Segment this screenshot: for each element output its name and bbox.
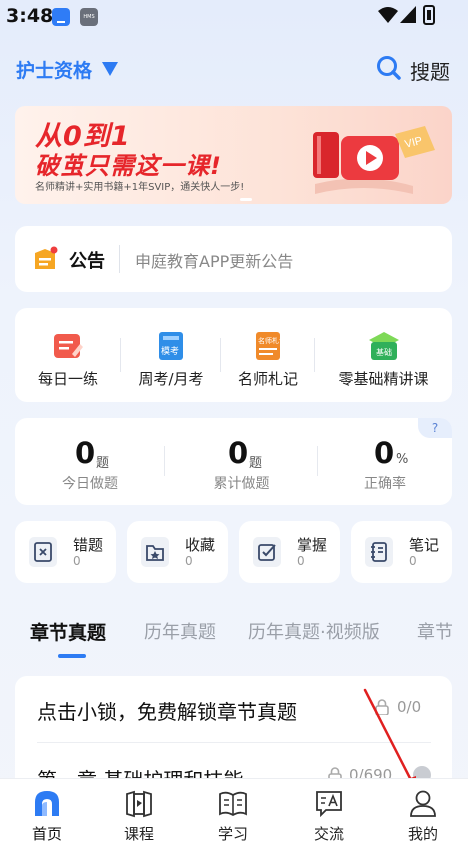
nav-label: 我的 xyxy=(407,825,438,843)
nav-study[interactable]: 学习 xyxy=(186,779,280,851)
shortcut-label: 每日一练 xyxy=(37,370,98,388)
download-icon xyxy=(52,8,70,26)
tool-label: 笔记 xyxy=(409,536,440,554)
question-tabs: 章节真题 历年真题 历年真题·视频版 章节 xyxy=(0,612,468,658)
tab-past-exams[interactable]: 历年真题 xyxy=(144,618,216,644)
nav-label: 学习 xyxy=(217,825,248,843)
nav-label: 首页 xyxy=(31,825,62,843)
stat-unit: % xyxy=(396,452,409,467)
favorites-icon xyxy=(141,537,169,567)
banner-subheadline: 破茧只需这一课! xyxy=(35,152,222,180)
tool-count: 0 xyxy=(409,554,417,568)
search-icon xyxy=(377,56,401,80)
home-icon xyxy=(35,791,59,816)
help-button[interactable]: ? xyxy=(418,418,452,438)
shortcut-basics-course[interactable]: 基础 零基础精讲课 xyxy=(315,308,452,402)
stat-value: 0 xyxy=(228,436,249,470)
tab-past-exams-video[interactable]: 历年真题·视频版 xyxy=(248,618,380,644)
course-icon xyxy=(126,790,152,818)
announcement-text: 申庭教育APP更新公告 xyxy=(135,252,294,271)
nav-course[interactable]: 课程 xyxy=(92,779,186,851)
teacher-notes-icon: 名师札记 xyxy=(256,332,284,360)
tool-count: 0 xyxy=(73,554,81,568)
tool-count: 0 xyxy=(297,554,305,568)
wrong-questions-icon xyxy=(29,537,57,567)
divider xyxy=(119,245,120,273)
basics-course-icon-text: 基础 xyxy=(376,347,392,357)
mock-exam-icon-text: 模考 xyxy=(161,346,179,357)
dropdown-triangle-icon[interactable] xyxy=(102,62,118,76)
header: 护士资格 搜题 xyxy=(0,48,468,90)
announcement-bar[interactable]: 公告 申庭教育APP更新公告 xyxy=(15,226,452,292)
basics-course-icon: 基础 xyxy=(369,332,399,360)
carousel-indicator xyxy=(240,198,252,201)
unlock-hint[interactable]: 点击小锁，免费解锁章节真题 xyxy=(37,696,297,725)
bottom-nav: 首页 课程 学习 交流 我的 xyxy=(0,778,468,851)
exam-selector[interactable]: 护士资格 xyxy=(16,56,92,83)
active-tab-indicator xyxy=(58,654,86,658)
stat-caption: 今日做题 xyxy=(62,476,118,492)
nav-profile[interactable]: 我的 xyxy=(376,779,468,851)
shortcut-mock-exam[interactable]: 模考 周考/月考 xyxy=(121,308,221,402)
notes-icon xyxy=(365,537,393,567)
divider xyxy=(37,742,431,743)
stat-unit: 题 xyxy=(96,456,110,471)
search-label: 搜题 xyxy=(410,60,450,84)
tab-chapter[interactable]: 章节 xyxy=(417,618,453,644)
shortcut-daily-practice[interactable]: 每日一练 xyxy=(15,308,121,402)
stat-caption: 累计做题 xyxy=(213,476,270,492)
mock-exam-icon: 模考 xyxy=(159,332,183,360)
wifi-icon xyxy=(378,7,398,23)
shortcut-teacher-notes[interactable]: 名师札记 名师札记 xyxy=(221,308,315,402)
promo-banner[interactable]: 从0到1 破茧只需这一课! 名师精讲+实用书籍+1年SVIP，通关快人一步! V… xyxy=(15,106,452,204)
banner-description: 名师精讲+实用书籍+1年SVIP，通关快人一步! xyxy=(35,182,245,193)
stats-card: 0 题 今日做题 0 题 累计做题 0 % 正确率 ? xyxy=(15,418,452,505)
community-icon xyxy=(316,791,342,818)
stat-caption: 正确率 xyxy=(364,476,406,492)
profile-icon xyxy=(410,790,436,817)
tool-label: 错题 xyxy=(73,536,104,554)
nav-label: 课程 xyxy=(123,825,154,843)
lock-icon[interactable] xyxy=(375,699,389,715)
unlock-count: 0/0 xyxy=(397,698,422,716)
shortcut-label: 零基础精讲课 xyxy=(338,370,429,388)
tool-count: 0 xyxy=(185,554,193,568)
wrong-questions-button[interactable]: 错题 0 xyxy=(15,521,116,583)
study-icon xyxy=(219,791,247,817)
signal-icon xyxy=(400,6,416,23)
daily-practice-icon xyxy=(54,334,83,358)
stat-value: 0 xyxy=(75,436,96,470)
stat-total: 0 题 累计做题 xyxy=(165,418,318,505)
video-book-illustration-icon: VIP xyxy=(313,126,435,194)
stat-unit: 题 xyxy=(249,456,263,471)
shortcut-label: 名师札记 xyxy=(237,370,298,388)
tab-chapter-questions[interactable]: 章节真题 xyxy=(30,618,106,645)
tool-label: 收藏 xyxy=(185,536,216,554)
nav-community[interactable]: 交流 xyxy=(282,779,376,851)
battery-icon xyxy=(423,5,435,25)
notes-button[interactable]: 笔记 0 xyxy=(351,521,452,583)
stat-today: 0 题 今日做题 xyxy=(15,418,165,505)
mastered-button[interactable]: 掌握 0 xyxy=(239,521,340,583)
stat-value: 0 xyxy=(374,436,395,470)
nav-label: 交流 xyxy=(313,825,344,843)
shortcut-grid: 每日一练 模考 周考/月考 名师札记 名师札记 基础 零基础精讲课 xyxy=(15,308,452,402)
tool-label: 掌握 xyxy=(297,536,328,554)
shortcut-label: 周考/月考 xyxy=(138,370,204,388)
status-bar: 3:48 HMS xyxy=(0,0,468,34)
status-time: 3:48 xyxy=(6,5,54,27)
nav-home[interactable]: 首页 xyxy=(0,779,94,851)
favorites-button[interactable]: 收藏 0 xyxy=(127,521,228,583)
search-questions-button[interactable]: 搜题 xyxy=(376,54,456,84)
mastered-icon xyxy=(253,537,281,567)
teacher-notes-icon-text: 名师札记 xyxy=(258,336,284,345)
announcement-icon xyxy=(35,246,58,269)
hms-icon: HMS xyxy=(80,8,98,26)
announcement-tag: 公告 xyxy=(69,251,105,272)
